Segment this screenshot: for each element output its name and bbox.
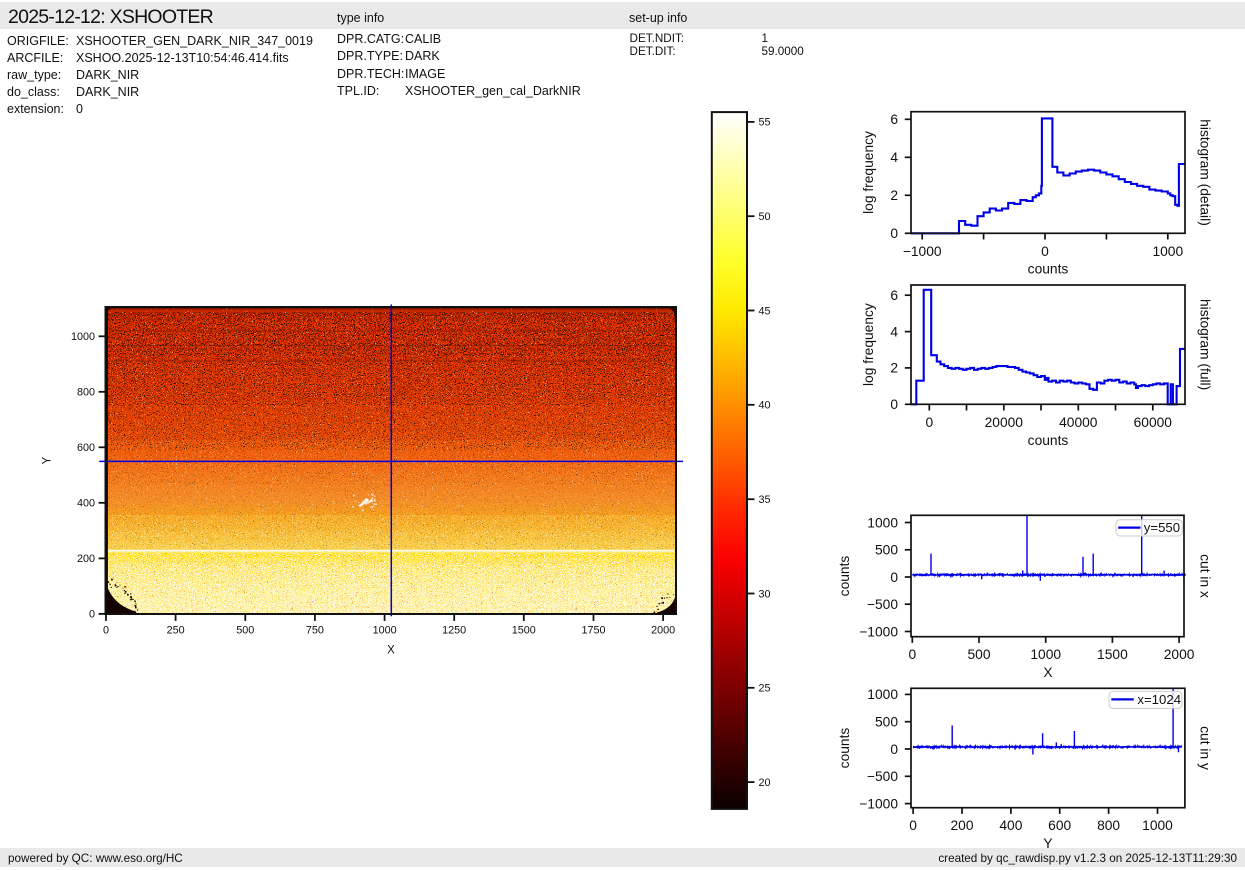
- svg-text:4: 4: [890, 324, 898, 339]
- svg-text:histogram (detail): histogram (detail): [1198, 119, 1213, 226]
- svg-text:counts: counts: [837, 728, 852, 769]
- svg-text:1000: 1000: [1030, 647, 1061, 662]
- svg-text:1500: 1500: [512, 625, 536, 637]
- svg-text:0: 0: [890, 742, 898, 757]
- svg-text:−1000: −1000: [859, 796, 898, 811]
- svg-text:1750: 1750: [581, 625, 605, 637]
- svg-text:0: 0: [908, 647, 916, 662]
- svg-text:0: 0: [890, 226, 898, 241]
- svg-text:400: 400: [77, 498, 95, 510]
- svg-text:600: 600: [77, 442, 95, 454]
- svg-text:750: 750: [306, 625, 324, 637]
- svg-text:500: 500: [967, 647, 990, 662]
- svg-text:log frequency: log frequency: [861, 303, 876, 386]
- svg-text:counts: counts: [1028, 262, 1069, 277]
- svg-text:1000: 1000: [867, 515, 898, 530]
- svg-text:Y: Y: [42, 456, 54, 464]
- svg-text:log frequency: log frequency: [861, 131, 876, 214]
- svg-text:50: 50: [759, 211, 771, 223]
- svg-text:0: 0: [890, 570, 898, 585]
- svg-text:200: 200: [950, 818, 973, 833]
- svg-text:6: 6: [890, 112, 898, 127]
- svg-text:400: 400: [999, 818, 1022, 833]
- svg-text:y=550: y=550: [1144, 520, 1180, 535]
- svg-text:1000: 1000: [373, 625, 397, 637]
- svg-text:20000: 20000: [985, 415, 1024, 430]
- svg-text:0: 0: [909, 818, 917, 833]
- svg-text:600: 600: [1048, 818, 1071, 833]
- svg-text:1250: 1250: [442, 625, 466, 637]
- svg-text:−500: −500: [867, 769, 898, 784]
- svg-text:cut in x: cut in x: [1198, 554, 1213, 598]
- svg-text:2000: 2000: [1164, 647, 1195, 662]
- svg-text:55: 55: [759, 117, 771, 129]
- svg-text:1500: 1500: [1097, 647, 1128, 662]
- svg-text:35: 35: [759, 494, 771, 506]
- svg-text:20: 20: [759, 777, 771, 789]
- svg-text:250: 250: [167, 625, 185, 637]
- svg-text:500: 500: [875, 715, 898, 730]
- svg-text:−500: −500: [867, 597, 898, 612]
- svg-text:500: 500: [875, 543, 898, 558]
- svg-text:−1000: −1000: [903, 244, 942, 259]
- svg-text:X: X: [1043, 665, 1052, 680]
- svg-text:counts: counts: [837, 556, 852, 597]
- svg-text:2: 2: [890, 361, 898, 376]
- svg-text:cut in y: cut in y: [1198, 726, 1213, 770]
- svg-text:0: 0: [1041, 244, 1049, 259]
- svg-text:800: 800: [77, 387, 95, 399]
- svg-text:45: 45: [759, 305, 771, 317]
- svg-text:x=1024: x=1024: [1137, 692, 1181, 707]
- svg-text:4: 4: [890, 150, 898, 165]
- svg-text:counts: counts: [1028, 433, 1069, 448]
- svg-text:−1000: −1000: [859, 624, 898, 639]
- svg-text:800: 800: [1097, 818, 1120, 833]
- svg-text:X: X: [387, 645, 395, 657]
- svg-text:2000: 2000: [651, 625, 675, 637]
- svg-text:1000: 1000: [1142, 818, 1173, 833]
- svg-text:2: 2: [890, 188, 898, 203]
- svg-text:0: 0: [89, 609, 95, 621]
- svg-text:0: 0: [103, 625, 109, 637]
- svg-text:1000: 1000: [71, 331, 95, 343]
- svg-text:histogram (full): histogram (full): [1198, 299, 1213, 390]
- svg-text:0: 0: [925, 415, 933, 430]
- svg-text:30: 30: [759, 588, 771, 600]
- svg-text:40000: 40000: [1059, 415, 1098, 430]
- svg-text:Y: Y: [1043, 836, 1052, 851]
- svg-text:1000: 1000: [1152, 244, 1183, 259]
- svg-text:25: 25: [759, 683, 771, 695]
- svg-text:6: 6: [890, 288, 898, 303]
- svg-text:500: 500: [236, 625, 254, 637]
- svg-text:60000: 60000: [1134, 415, 1173, 430]
- svg-text:200: 200: [77, 553, 95, 565]
- svg-text:0: 0: [890, 397, 898, 412]
- svg-text:1000: 1000: [867, 687, 898, 702]
- svg-text:40: 40: [759, 400, 771, 412]
